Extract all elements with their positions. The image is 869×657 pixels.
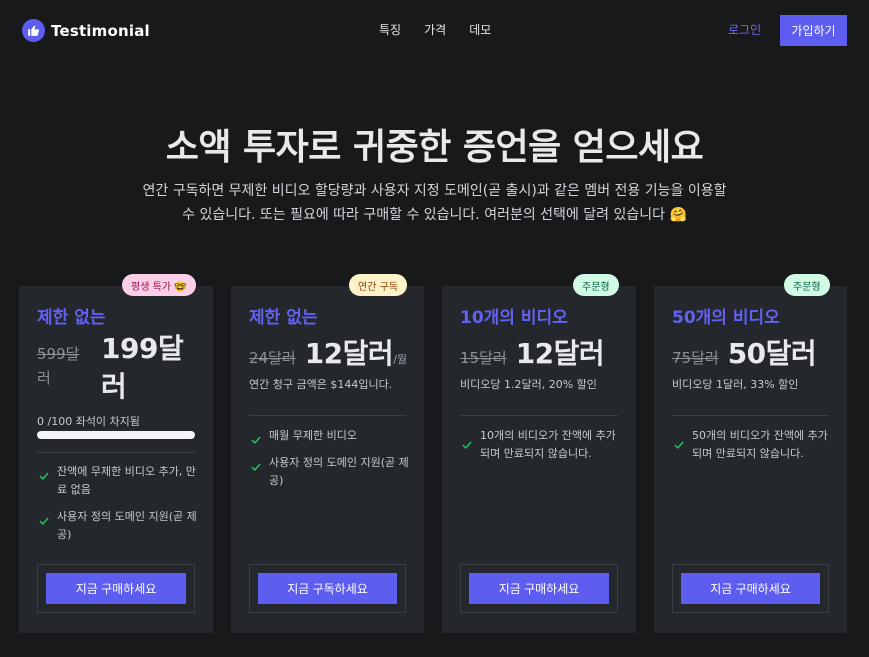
nav-link-demo[interactable]: 데모 bbox=[469, 21, 491, 38]
divider bbox=[460, 415, 618, 416]
per-month: /월 bbox=[393, 353, 408, 366]
plan-title: 제한 없는 bbox=[37, 308, 106, 328]
old-price: 75달러 bbox=[672, 349, 719, 367]
hero-subtitle-line-2: 수 있습니다. 또는 필요에 따라 구매할 수 있습니다. 여러분의 선택에 달… bbox=[182, 207, 687, 223]
button-container: 지금 구매하세요 bbox=[37, 564, 195, 613]
check-icon bbox=[39, 472, 49, 480]
feature-text: 10개의 비디오가 잔액에 추가되며 만료되지 않습니다. bbox=[480, 429, 616, 460]
feature-item: 매월 무제한 비디오 bbox=[249, 427, 409, 447]
divider bbox=[37, 452, 195, 453]
top-navigation: Testimonial 특징 가격 데모 로그인 가입하기 bbox=[0, 0, 869, 62]
old-price: 24달러 bbox=[249, 349, 296, 367]
buy-now-button[interactable]: 지금 구매하세요 bbox=[46, 573, 186, 604]
buy-now-button[interactable]: 지금 구매하세요 bbox=[469, 573, 609, 604]
subscribe-now-button[interactable]: 지금 구독하세요 bbox=[258, 573, 397, 604]
new-price: 12달러 bbox=[304, 337, 394, 370]
seats-progress-bar bbox=[37, 431, 195, 439]
feature-item: 10개의 비디오가 잔액에 추가되며 만료되지 않습니다. bbox=[460, 427, 620, 463]
feature-text: 사용자 정의 도메인 지원(곧 제공) bbox=[269, 456, 409, 487]
new-price: 199달 bbox=[101, 332, 184, 365]
feature-text: 잔액에 무제한 비디오 추가, 만료 없음 bbox=[57, 465, 196, 496]
pricing-card-lifetime: 평생 특가 🤓 제한 없는 599달 러 199달 러 0 /100 좌석이 차… bbox=[19, 274, 213, 633]
billing-note: 연간 청구 금액은 $144입니다. bbox=[249, 378, 393, 391]
button-container: 지금 구매하세요 bbox=[460, 564, 618, 613]
pricing-card-10-videos: 주문형 10개의 비디오 15달러 12달러 비디오당 1.2달러, 20% 할… bbox=[442, 274, 636, 633]
feature-text: 매월 무제한 비디오 bbox=[269, 429, 357, 442]
per-video-note: 비디오당 1.2달러, 20% 할인 bbox=[460, 378, 597, 391]
button-container: 지금 구매하세요 bbox=[672, 564, 829, 613]
new-price: 50달러 bbox=[727, 337, 817, 370]
buy-now-button[interactable]: 지금 구매하세요 bbox=[681, 573, 820, 604]
brand-name: Testimonial bbox=[51, 21, 150, 40]
feature-item: 사용자 정의 도메인 지원(곧 제공) bbox=[37, 508, 197, 544]
feature-item: 50개의 비디오가 잔액에 추가되며 만료되지 않습니다. bbox=[672, 427, 832, 463]
pricing-card-50-videos: 주문형 50개의 비디오 75달러 50달러 비디오당 1달러, 33% 할인 … bbox=[654, 274, 847, 633]
brand-logo[interactable]: Testimonial bbox=[22, 19, 150, 42]
check-icon bbox=[39, 517, 49, 525]
feature-item: 사용자 정의 도메인 지원(곧 제공) bbox=[249, 454, 409, 490]
badge-on-demand: 주문형 bbox=[573, 274, 619, 296]
feature-item: 잔액에 무제한 비디오 추가, 만료 없음 bbox=[37, 463, 197, 499]
nav-link-pricing[interactable]: 가격 bbox=[424, 21, 446, 38]
nav-links: 특징 가격 데모 bbox=[379, 21, 491, 38]
feature-text: 50개의 비디오가 잔액에 추가되며 만료되지 않습니다. bbox=[692, 429, 828, 460]
new-price: 12달러 bbox=[515, 337, 605, 370]
login-link[interactable]: 로그인 bbox=[728, 21, 761, 38]
check-icon bbox=[462, 441, 472, 449]
feature-text: 사용자 정의 도메인 지원(곧 제공) bbox=[57, 510, 197, 541]
check-icon bbox=[251, 436, 261, 444]
per-video-note: 비디오당 1달러, 33% 할인 bbox=[672, 378, 799, 391]
badge-annual: 연간 구독 bbox=[349, 274, 407, 296]
plan-title: 10개의 비디오 bbox=[460, 308, 568, 328]
thumbs-up-icon bbox=[22, 19, 45, 42]
divider bbox=[249, 415, 406, 416]
signup-button[interactable]: 가입하기 bbox=[780, 15, 847, 46]
seats-label: 0 /100 좌석이 차지됨 bbox=[37, 415, 140, 428]
old-price: 599달 bbox=[37, 345, 80, 363]
price-row: 15달러 12달러 bbox=[460, 332, 605, 372]
old-price-continued: 러 bbox=[37, 369, 51, 387]
old-price: 15달러 bbox=[460, 349, 507, 367]
badge-lifetime-deal: 평생 특가 🤓 bbox=[122, 274, 196, 296]
old-price-block: 599달 러 bbox=[37, 342, 79, 390]
hero-subtitle-line-1: 연간 구독하면 무제한 비디오 할당량과 사용자 지정 도메인(곧 출시)과 같… bbox=[142, 183, 727, 199]
plan-title: 제한 없는 bbox=[249, 308, 318, 328]
price-row: 24달러 12달러 /월 bbox=[249, 332, 407, 372]
check-icon bbox=[251, 463, 261, 471]
new-price-block: 199달 러 bbox=[101, 330, 184, 406]
nav-link-features[interactable]: 특징 bbox=[379, 21, 401, 38]
price-row: 75달러 50달러 bbox=[672, 332, 817, 372]
new-price-continued: 러 bbox=[101, 370, 127, 403]
pricing-card-annual: 연간 구독 제한 없는 24달러 12달러 /월 연간 청구 금액은 $144입… bbox=[231, 274, 424, 633]
check-icon bbox=[674, 441, 684, 449]
plan-title: 50개의 비디오 bbox=[672, 308, 780, 328]
button-container: 지금 구독하세요 bbox=[249, 564, 406, 613]
hero-title: 소액 투자로 귀중한 증언을 얻으세요 bbox=[165, 127, 704, 168]
hero-subtitle: 연간 구독하면 무제한 비디오 할당량과 사용자 지정 도메인(곧 출시)과 같… bbox=[140, 179, 729, 227]
badge-on-demand: 주문형 bbox=[784, 274, 830, 296]
divider bbox=[672, 415, 829, 416]
